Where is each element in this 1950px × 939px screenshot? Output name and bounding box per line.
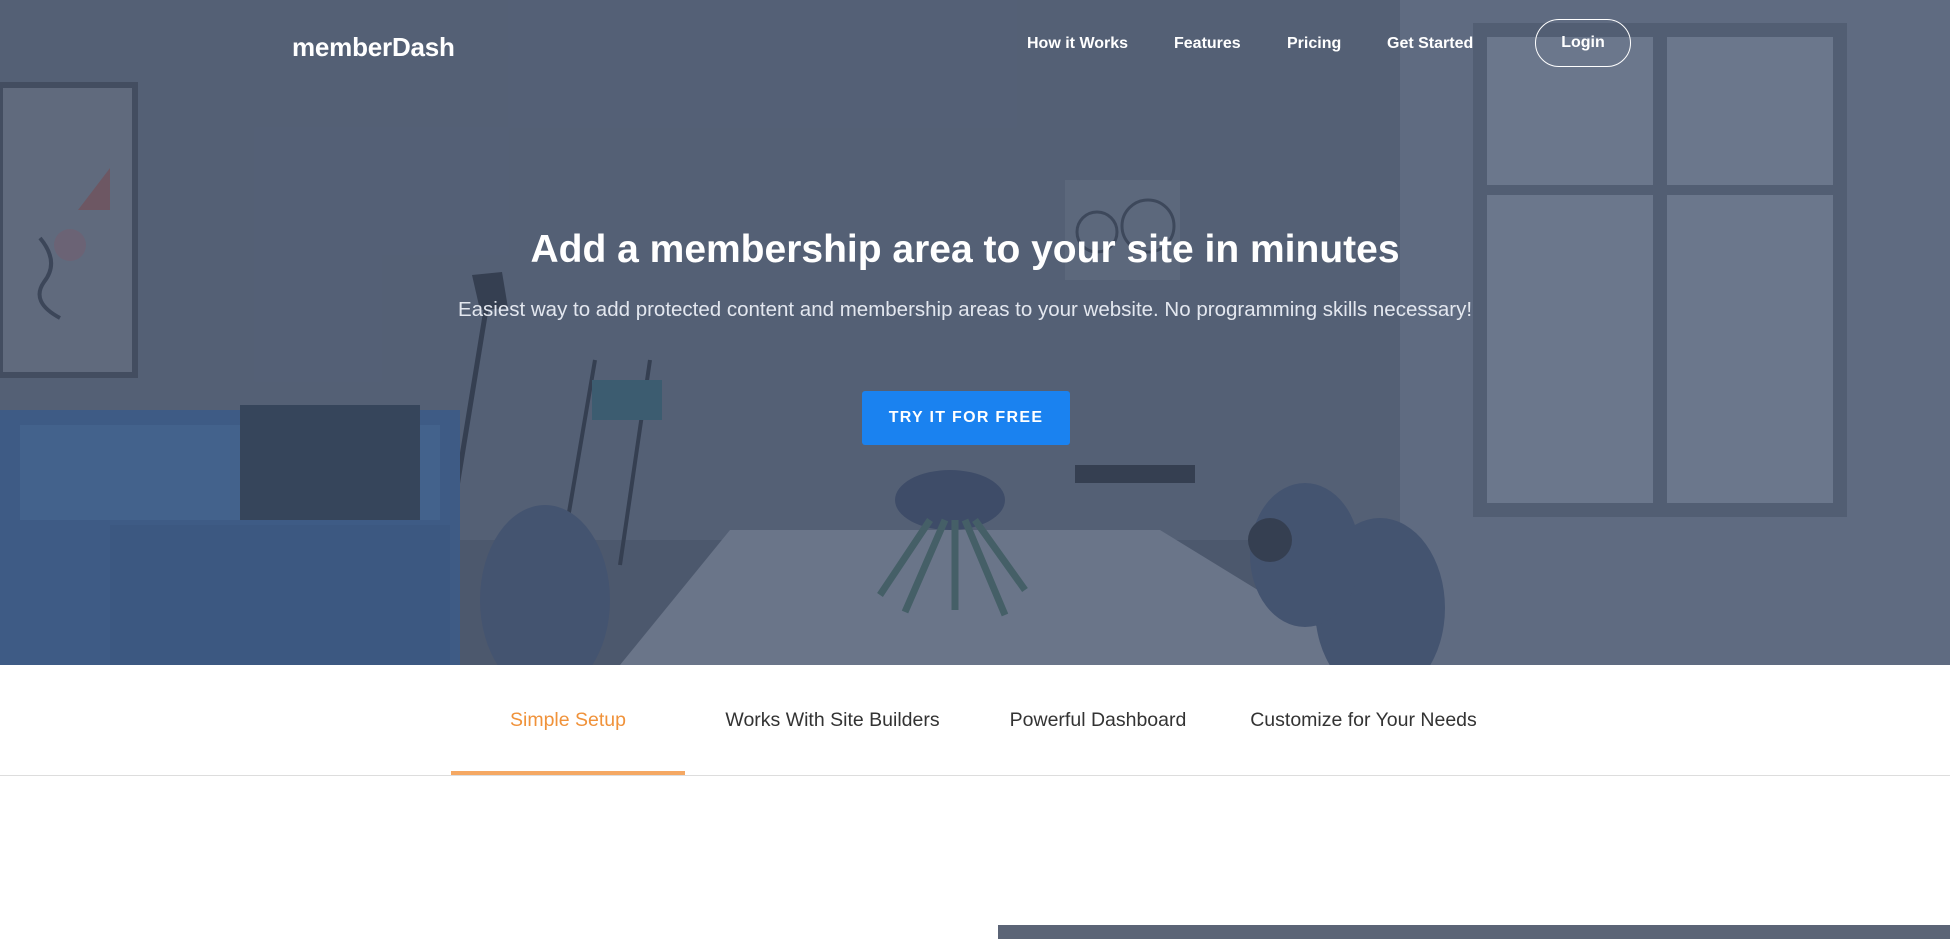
feature-tabs: Simple Setup Works With Site Builders Po… xyxy=(0,665,1950,776)
nav-link-features[interactable]: Features xyxy=(1174,35,1241,53)
nav-link-pricing[interactable]: Pricing xyxy=(1287,35,1341,53)
hero-overlay xyxy=(0,0,1950,665)
active-tab-indicator xyxy=(451,771,685,775)
brand-logo[interactable]: memberDash xyxy=(292,32,455,63)
hero-section: memberDash How it Works Features Pricing… xyxy=(0,0,1950,665)
tab-works-with-site-builders[interactable]: Works With Site Builders xyxy=(705,665,960,775)
tab-powerful-dashboard[interactable]: Powerful Dashboard xyxy=(990,665,1206,775)
dashboard-preview-panel xyxy=(998,925,1950,939)
nav-link-get-started[interactable]: Get Started xyxy=(1387,35,1473,53)
hero-subheadline: Easiest way to add protected content and… xyxy=(457,298,1473,321)
tab-customize-for-your-needs[interactable]: Customize for Your Needs xyxy=(1236,665,1491,775)
hero-headline: Add a membership area to your site in mi… xyxy=(530,228,1400,271)
tab-simple-setup[interactable]: Simple Setup xyxy=(451,665,685,775)
nav-link-how-it-works[interactable]: How it Works xyxy=(1027,35,1128,53)
try-it-free-button[interactable]: TRY IT FOR FREE xyxy=(862,391,1070,445)
login-button[interactable]: Login xyxy=(1535,19,1631,67)
